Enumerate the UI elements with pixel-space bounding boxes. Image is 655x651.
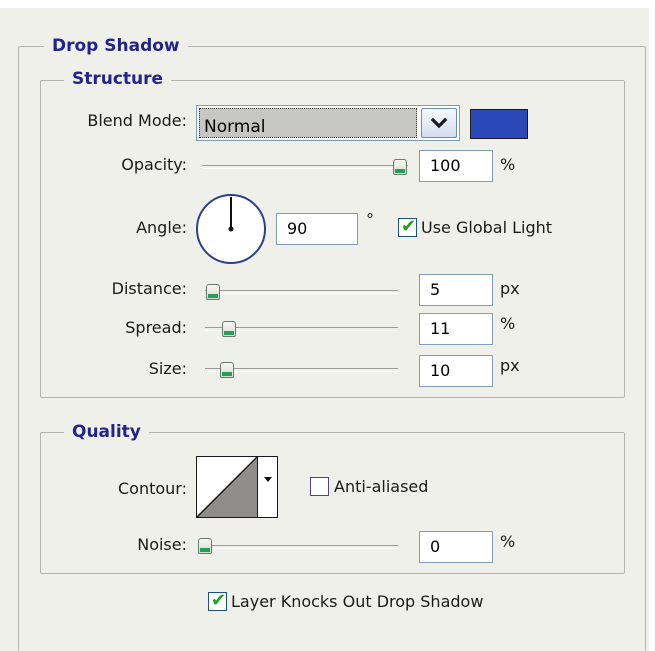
shadow-color-swatch[interactable] [470,109,528,139]
size-slider-thumb[interactable] [220,362,234,378]
opacity-slider-thumb[interactable] [393,159,407,175]
checkmark-icon: ✔ [211,590,227,611]
opacity-slider-track[interactable] [202,165,408,169]
top-edge [0,0,655,8]
layer-knocks-out-checkbox[interactable]: ✔ [208,590,227,611]
blend-mode-value: Normal [204,117,266,137]
distance-unit: px [500,279,520,298]
spread-unit: % [500,314,516,333]
blend-mode-value-box: Normal [199,108,417,138]
size-input[interactable]: 10 [419,355,493,387]
spread-slider-thumb[interactable] [222,321,236,337]
blend-mode-select[interactable]: Normal [196,105,460,141]
checkmark-icon: ✔ [401,216,417,237]
angle-label: Angle: [136,218,187,237]
distance-slider-track[interactable] [205,290,398,294]
contour-dropdown-button[interactable] [257,457,277,517]
spread-label: Spread: [125,318,187,337]
blend-mode-label: Blend Mode: [87,111,187,130]
use-global-light-checkbox[interactable]: ✔ [398,216,417,237]
spread-input[interactable]: 11 [419,313,493,345]
anti-aliased-checkbox[interactable] [310,477,329,496]
distance-input[interactable]: 5 [419,274,493,306]
blend-mode-dropdown-button[interactable] [421,108,457,138]
angle-unit: ° [366,210,374,229]
opacity-unit: % [500,155,516,174]
caret-down-icon [264,477,272,482]
size-label: Size: [148,359,187,378]
contour-picker[interactable] [196,456,278,518]
noise-unit: % [500,532,516,551]
size-unit: px [500,356,520,375]
distance-slider-thumb[interactable] [206,284,220,300]
opacity-label: Opacity: [121,155,187,174]
use-global-light-label[interactable]: Use Global Light [421,218,552,237]
noise-slider-thumb[interactable] [198,538,212,554]
opacity-input[interactable]: 100 [419,150,493,182]
structure-title: Structure [64,69,172,89]
chevron-down-icon [430,117,448,129]
angle-dial-icon[interactable] [194,192,268,266]
anti-aliased-label[interactable]: Anti-aliased [334,477,428,496]
quality-title: Quality [64,422,149,442]
distance-label: Distance: [111,279,187,298]
layer-style-panel: Drop Shadow Structure Blend Mode: Normal… [0,0,655,651]
contour-preview-icon [197,457,257,517]
angle-input[interactable]: 90 [276,213,358,245]
noise-input[interactable]: 0 [419,531,493,563]
contour-label: Contour: [118,479,187,498]
noise-label: Noise: [137,535,187,554]
layer-knocks-out-label[interactable]: Layer Knocks Out Drop Shadow [231,592,483,611]
right-edge [649,0,655,651]
noise-slider-track[interactable] [205,545,398,549]
drop-shadow-title: Drop Shadow [44,36,188,56]
